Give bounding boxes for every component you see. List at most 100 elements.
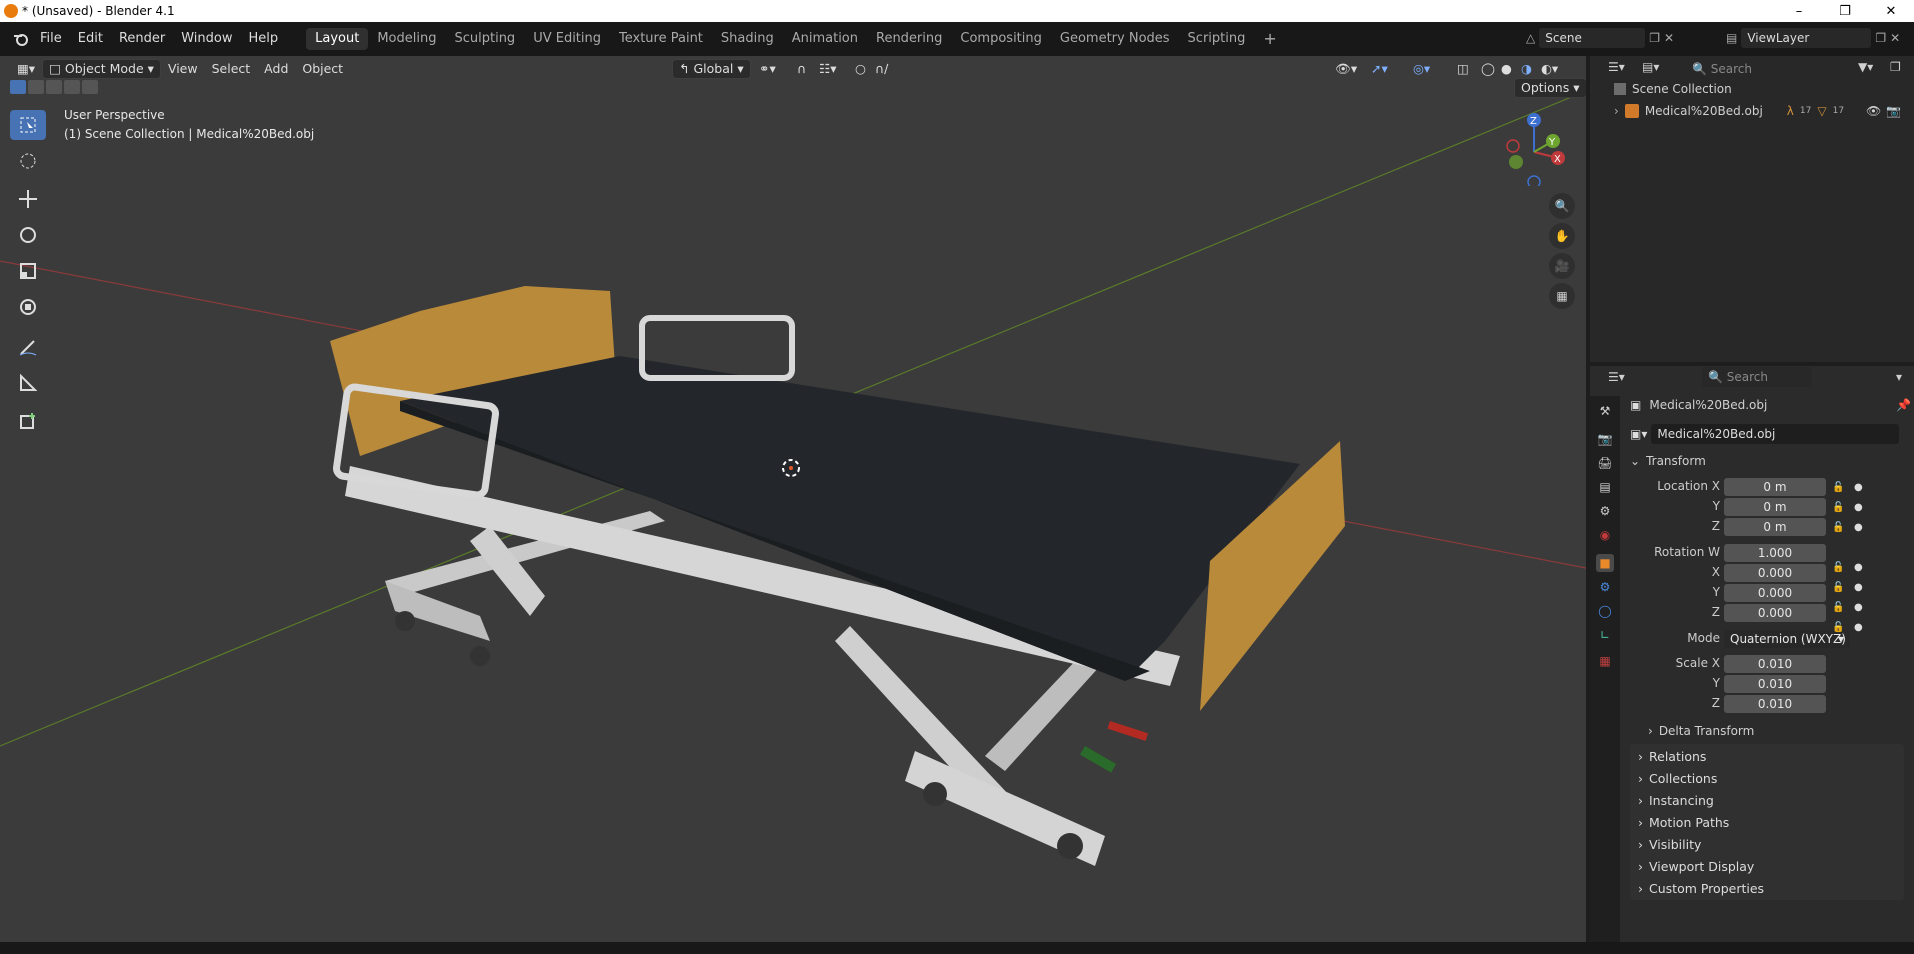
options-dropdown[interactable]: Options ▾ <box>1514 78 1586 98</box>
tab-sculpting[interactable]: Sculpting <box>445 28 524 50</box>
menu-window[interactable]: Window <box>173 28 240 50</box>
editor-type-icon[interactable]: ▦▾ <box>10 58 42 80</box>
tab-compositing[interactable]: Compositing <box>951 28 1051 50</box>
object-mode-dropdown[interactable]: □ Object Mode ▾ <box>42 59 161 79</box>
menu-file[interactable]: File <box>32 28 70 50</box>
viewport-display-panel-header[interactable]: › Viewport Display <box>1630 854 1904 878</box>
add-workspace-icon[interactable]: + <box>1254 28 1285 50</box>
menu-object[interactable]: Object <box>295 58 350 80</box>
menu-edit[interactable]: Edit <box>70 28 111 50</box>
select-invert-icon[interactable] <box>64 80 80 94</box>
expand-arrow-icon[interactable]: › <box>1614 104 1619 118</box>
select-intersect-icon[interactable] <box>82 80 98 94</box>
rotation-x-field[interactable]: 0.000 <box>1724 564 1826 582</box>
tab-layout[interactable]: Layout <box>306 28 369 50</box>
rotate-tool-icon[interactable] <box>10 220 46 250</box>
modifiers-tab-icon[interactable]: ⚙ <box>1596 578 1614 596</box>
tab-scripting[interactable]: Scripting <box>1179 28 1255 50</box>
location-x-field[interactable]: 0 m <box>1724 478 1826 496</box>
lock-icon-column[interactable]: 🔓 🔓 🔓 🔓 🔓 🔓 🔓 <box>1832 478 1844 638</box>
transform-tool-icon[interactable] <box>10 292 46 322</box>
scene-tab-icon[interactable]: ⚙ <box>1596 502 1614 520</box>
tab-rendering[interactable]: Rendering <box>867 28 951 50</box>
pivot-point-icon[interactable]: ⚭▾ <box>752 58 783 80</box>
snap-icon[interactable]: ∩ <box>790 58 813 80</box>
transform-orientation-dropdown[interactable]: ↰ Global ▾ <box>672 59 751 79</box>
outliner-item-medical-bed[interactable]: › Medical%20Bed.obj λ 17 ▽ 17 👁 📷 <box>1614 101 1914 121</box>
scale-tool-icon[interactable] <box>10 256 46 286</box>
perspective-toggle-icon[interactable]: ▦ <box>1549 283 1575 309</box>
tab-shading[interactable]: Shading <box>712 28 783 50</box>
location-z-field[interactable]: 0 m <box>1724 518 1826 536</box>
scene-collection-row[interactable]: Scene Collection <box>1614 82 1732 96</box>
tab-texture-paint[interactable]: Texture Paint <box>610 28 712 50</box>
location-y-field[interactable]: 0 m <box>1724 498 1826 516</box>
cursor-tool-icon[interactable] <box>10 146 46 176</box>
world-tab-icon[interactable]: ◉ <box>1596 526 1614 544</box>
output-tab-icon[interactable]: 🖨 <box>1596 454 1614 472</box>
scale-z-field[interactable]: 0.010 <box>1724 695 1826 713</box>
render-camera-icon[interactable]: 📷 <box>1886 104 1901 118</box>
relations-panel-header[interactable]: › Relations <box>1630 744 1904 768</box>
camera-view-icon[interactable]: 🎥 <box>1549 253 1575 279</box>
instancing-panel-header[interactable]: › Instancing <box>1630 788 1904 812</box>
scale-y-field[interactable]: 0.010 <box>1724 675 1826 693</box>
visibility-panel-header[interactable]: › Visibility <box>1630 832 1904 856</box>
tab-uv-editing[interactable]: UV Editing <box>524 28 610 50</box>
visibility-icon[interactable]: 👁▾ <box>1328 58 1364 80</box>
eye-visibility-icon[interactable]: 👁 <box>1866 104 1881 118</box>
delta-transform-header[interactable]: › Delta Transform <box>1648 724 1754 738</box>
display-mode-icon[interactable]: ▤▾ <box>1642 60 1659 74</box>
viewport-scene[interactable] <box>0 56 1586 942</box>
outliner-search-input[interactable]: 🔍 Search <box>1686 59 1836 79</box>
new-scene-icon[interactable]: ❐ <box>1649 31 1660 45</box>
view-layer-tab-icon[interactable]: ▤ <box>1596 478 1614 496</box>
restore-icon[interactable]: ❐ <box>1822 0 1868 22</box>
texture-tab-icon[interactable]: ▦ <box>1596 652 1614 670</box>
move-tool-icon[interactable] <box>10 184 46 214</box>
rendered-shading-icon[interactable]: ◐▾ <box>1534 58 1565 80</box>
select-new-icon[interactable] <box>10 80 26 94</box>
tab-animation[interactable]: Animation <box>783 28 867 50</box>
annotate-tool-icon[interactable] <box>10 332 46 362</box>
motion-paths-panel-header[interactable]: › Motion Paths <box>1630 810 1904 834</box>
menu-help[interactable]: Help <box>241 28 287 50</box>
viewlayer-selector[interactable]: ▤ ViewLayer ❐ ✕ <box>1726 28 1900 48</box>
viewlayer-name-field[interactable]: ViewLayer <box>1741 28 1872 48</box>
object-data-icon[interactable]: ▣▾ <box>1630 427 1647 441</box>
gizmo-toggle-icon[interactable]: ➚▾ <box>1364 58 1395 80</box>
measure-tool-icon[interactable] <box>10 368 46 398</box>
select-box-tool-icon[interactable] <box>10 110 46 140</box>
select-subtract-icon[interactable] <box>46 80 62 94</box>
constraints-tab-icon[interactable]: ∟ <box>1596 626 1614 644</box>
close-icon[interactable]: ✕ <box>1868 0 1914 22</box>
new-viewlayer-icon[interactable]: ❐ <box>1875 31 1886 45</box>
scene-selector[interactable]: △ Scene ❐ ✕ <box>1526 28 1674 48</box>
object-tab-icon[interactable]: ■ <box>1596 554 1614 572</box>
chevron-down-icon[interactable]: ▾ <box>1896 370 1902 384</box>
pan-hand-icon[interactable]: ✋ <box>1549 223 1575 249</box>
outliner-editor-type-icon[interactable]: ☰▾ <box>1608 60 1625 74</box>
falloff-icon[interactable]: ∩∕ <box>868 58 895 80</box>
physics-tab-icon[interactable]: ◯ <box>1596 602 1614 620</box>
rotation-z-field[interactable]: 0.000 <box>1724 604 1826 622</box>
keyframe-dot-column[interactable]: ● ● ● ● ● ● ● <box>1854 478 1863 638</box>
blender-menu-icon[interactable] <box>10 31 32 47</box>
zoom-icon[interactable]: 🔍 <box>1549 193 1575 219</box>
overlays-icon[interactable]: ◎▾ <box>1406 58 1437 80</box>
pin-icon[interactable]: 📌 <box>1896 398 1911 412</box>
menu-render[interactable]: Render <box>111 28 173 50</box>
navigation-gizmo[interactable]: Z X Y <box>1496 112 1570 186</box>
menu-select[interactable]: Select <box>205 58 258 80</box>
tab-geometry-nodes[interactable]: Geometry Nodes <box>1051 28 1179 50</box>
scale-x-field[interactable]: 0.010 <box>1724 655 1826 673</box>
filter-icon[interactable]: ▼▾ <box>1858 60 1873 74</box>
rotation-y-field[interactable]: 0.000 <box>1724 584 1826 602</box>
tool-tab-icon[interactable]: ⚒ <box>1596 402 1614 420</box>
menu-view[interactable]: View <box>161 58 205 80</box>
xray-icon[interactable]: ◫ <box>1450 58 1476 80</box>
3d-viewport[interactable]: ▦▾ □ Object Mode ▾ View Select Add Objec… <box>0 56 1586 942</box>
render-tab-icon[interactable]: 📷 <box>1596 430 1614 448</box>
transform-panel-header[interactable]: ⌄ Transform <box>1630 454 1706 468</box>
new-collection-icon[interactable]: ❐ <box>1890 60 1901 74</box>
